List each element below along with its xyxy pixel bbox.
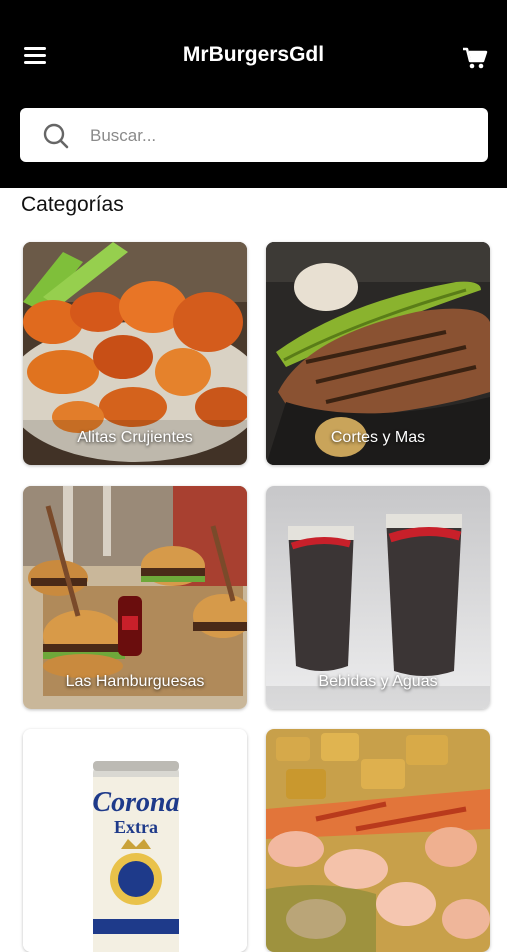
category-card-ensaladas[interactable] — [266, 729, 490, 952]
app-title: MrBurgersGdl — [182, 43, 325, 66]
category-card-alitas[interactable]: Alitas Crujientes — [23, 242, 247, 465]
category-card-bebidas[interactable]: Bebidas y Aguas — [266, 486, 490, 709]
categories-title: Categorías — [21, 193, 124, 216]
shopping-cart-icon — [463, 47, 488, 69]
app-header: MrBurgersGdl — [0, 0, 507, 188]
search-icon — [43, 123, 69, 149]
category-label: Cortes y Mas — [330, 429, 426, 446]
search-input[interactable] — [88, 108, 472, 164]
category-label: Bebidas y Aguas — [318, 673, 438, 690]
shrimp-salad-image — [266, 729, 490, 952]
category-card-hamburguesas[interactable]: Las Hamburguesas — [23, 486, 247, 709]
svg-text:Corona: Corona — [92, 787, 179, 818]
cart-button[interactable] — [462, 46, 488, 70]
search-bar[interactable] — [20, 108, 488, 164]
svg-text:Extra: Extra — [114, 817, 158, 837]
category-label: Las Hamburguesas — [65, 673, 205, 690]
corona-beer-can-image: Corona Extra — [23, 729, 247, 952]
category-card-cerveza[interactable]: Corona Extra — [23, 729, 247, 952]
category-card-cortes[interactable]: Cortes y Mas — [266, 242, 490, 465]
category-label: Alitas Crujientes — [77, 429, 193, 446]
